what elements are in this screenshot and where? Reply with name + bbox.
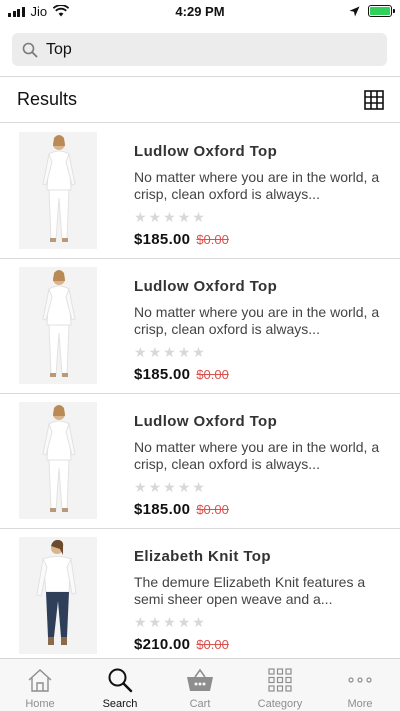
search-icon: [106, 666, 134, 694]
rating-stars: ★ ★ ★ ★ ★: [134, 209, 390, 225]
product-image[interactable]: [19, 267, 97, 384]
item-info: Elizabeth Knit Top The demure Elizabeth …: [134, 548, 390, 653]
product-name[interactable]: Ludlow Oxford Top: [134, 143, 390, 165]
basket-icon: [186, 666, 214, 694]
star-icon: ★: [163, 479, 176, 495]
carrier-name: Jio: [30, 3, 48, 19]
item-info: Ludlow Oxford Top No matter where you ar…: [134, 278, 390, 383]
star-icon: ★: [134, 344, 147, 360]
star-icon: ★: [148, 209, 162, 225]
tab-label: Cart: [189, 698, 211, 710]
search-icon: [22, 42, 38, 57]
rating-stars: ★ ★ ★ ★ ★: [134, 479, 390, 495]
list-item[interactable]: Ludlow Oxford Top No matter where you ar…: [0, 394, 400, 529]
product-description: The demure Elizabeth Knit features a sem…: [134, 574, 366, 607]
results-title: Results: [17, 89, 78, 109]
product-name[interactable]: Ludlow Oxford Top: [134, 413, 390, 435]
star-icon: ★: [192, 209, 205, 225]
search-input[interactable]: [46, 40, 366, 59]
star-icon: ★: [177, 344, 191, 360]
grid-icon[interactable]: [364, 89, 384, 110]
star-icon: ★: [134, 479, 147, 495]
tab-label: More: [347, 698, 373, 710]
price-row: $185.00 $0.00: [134, 231, 390, 248]
grid-dots-icon: [266, 666, 294, 694]
battery-level: [370, 7, 390, 15]
status-left: Jio: [8, 3, 70, 19]
star-icon: ★: [177, 479, 191, 495]
list-item[interactable]: Ludlow Oxford Top No matter where you ar…: [0, 124, 400, 259]
home-icon: [26, 666, 54, 694]
star-icon: ★: [134, 209, 147, 225]
wifi-icon: [53, 5, 70, 17]
search-bar[interactable]: [12, 33, 387, 66]
product-description: No matter where you are in the world, a …: [134, 169, 380, 202]
tab-label: Home: [25, 698, 55, 710]
product-price: $210.00: [134, 636, 191, 653]
product-image[interactable]: [19, 132, 97, 249]
product-price: $185.00: [134, 366, 191, 383]
list-item[interactable]: Elizabeth Knit Top The demure Elizabeth …: [0, 529, 400, 658]
star-icon: ★: [192, 479, 205, 495]
star-icon: ★: [163, 209, 176, 225]
product-name[interactable]: Elizabeth Knit Top: [134, 548, 390, 570]
price-row: $210.00 $0.00: [134, 636, 390, 653]
product-old-price: $0.00: [196, 637, 229, 652]
star-icon: ★: [134, 614, 147, 630]
location-arrow-icon: [349, 6, 360, 16]
tab-more[interactable]: More: [320, 659, 400, 711]
star-icon: ★: [177, 209, 191, 225]
product-old-price: $0.00: [196, 502, 229, 517]
star-icon: ★: [163, 614, 176, 630]
results-list: Ludlow Oxford Top No matter where you ar…: [0, 124, 400, 658]
item-info: Ludlow Oxford Top No matter where you ar…: [134, 413, 390, 518]
price-row: $185.00 $0.00: [134, 366, 390, 383]
product-old-price: $0.00: [196, 232, 229, 247]
star-icon: ★: [192, 614, 205, 630]
product-image[interactable]: [19, 402, 97, 519]
tab-search[interactable]: Search: [80, 659, 160, 711]
signal-icon: [8, 6, 25, 17]
product-description: No matter where you are in the world, a …: [134, 304, 380, 337]
more-icon: [346, 666, 374, 694]
tab-home[interactable]: Home: [0, 659, 80, 711]
tab-category[interactable]: Category: [240, 659, 320, 711]
star-icon: ★: [148, 479, 162, 495]
product-description: No matter where you are in the world, a …: [134, 439, 380, 472]
status-right: [349, 5, 395, 17]
rating-stars: ★ ★ ★ ★ ★: [134, 614, 390, 630]
product-image[interactable]: [19, 537, 97, 654]
star-icon: ★: [177, 614, 191, 630]
rating-stars: ★ ★ ★ ★ ★: [134, 344, 390, 360]
list-item[interactable]: Ludlow Oxford Top No matter where you ar…: [0, 259, 400, 394]
product-price: $185.00: [134, 501, 191, 518]
star-icon: ★: [148, 614, 162, 630]
battery-icon: [368, 5, 395, 17]
product-old-price: $0.00: [196, 367, 229, 382]
product-name[interactable]: Ludlow Oxford Top: [134, 278, 390, 300]
star-icon: ★: [192, 344, 205, 360]
tab-cart[interactable]: Cart: [160, 659, 240, 711]
star-icon: ★: [163, 344, 176, 360]
star-icon: ★: [148, 344, 162, 360]
item-info: Ludlow Oxford Top No matter where you ar…: [134, 143, 390, 248]
status-bar: Jio 4:29 PM: [0, 0, 400, 22]
tab-label: Search: [102, 698, 138, 710]
tab-label: Category: [257, 698, 303, 710]
results-header: Results: [0, 77, 400, 123]
tab-bar: Home Search Cart Category More: [0, 658, 400, 711]
product-price: $185.00: [134, 231, 191, 248]
price-row: $185.00 $0.00: [134, 501, 390, 518]
